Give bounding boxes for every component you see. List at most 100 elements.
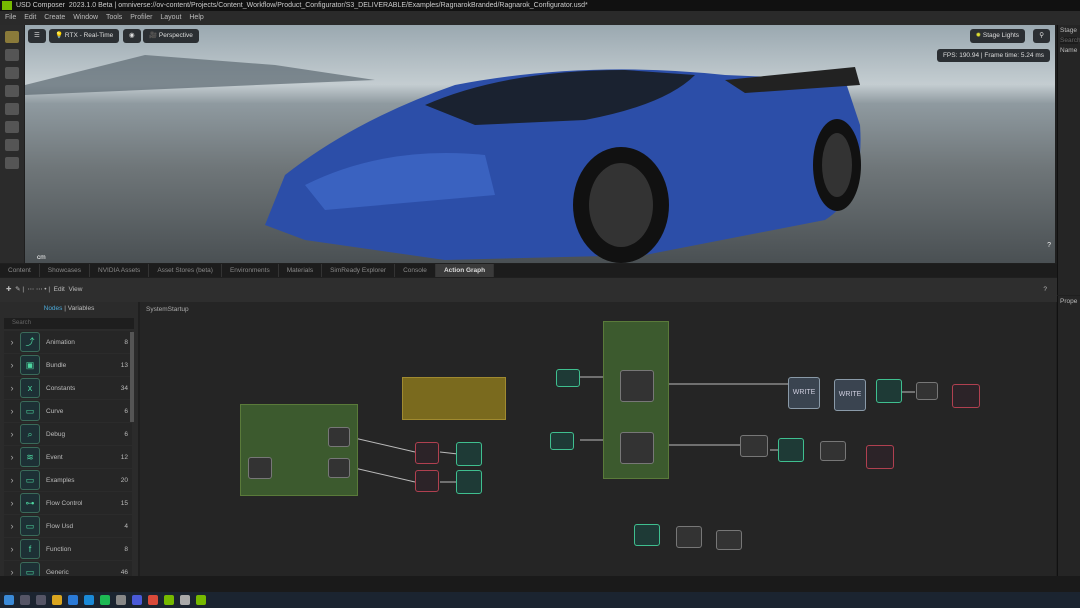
outlook-icon[interactable] [68, 595, 78, 605]
tab-environments[interactable]: Environments [222, 264, 279, 277]
event-node[interactable] [778, 438, 804, 462]
omniverse-icon[interactable] [196, 595, 206, 605]
tab-asset-stores[interactable]: Asset Stores (beta) [149, 264, 222, 277]
stage-lights-button[interactable]: ✹ Stage Lights [969, 29, 1025, 43]
event-node[interactable] [634, 524, 660, 546]
event-node[interactable] [456, 470, 482, 494]
task-view-icon[interactable] [36, 595, 46, 605]
chevron-right-icon[interactable]: › [4, 360, 20, 370]
viewport[interactable]: ☰ 💡 RTX - Real-Time ◉ 🎥 Perspective ✹ St… [25, 25, 1055, 263]
rotate-tool-icon[interactable] [5, 67, 19, 79]
move-tool-icon[interactable] [5, 49, 19, 61]
graph-node[interactable] [620, 432, 654, 464]
chevron-right-icon[interactable]: › [4, 521, 20, 531]
sticky-note[interactable] [402, 377, 506, 420]
menu-file[interactable]: File [5, 14, 16, 21]
nvidia-icon[interactable] [164, 595, 174, 605]
scale-tool-icon[interactable] [5, 85, 19, 97]
layout-icon[interactable]: ⋯ ⋯ • [28, 286, 47, 293]
graph-node[interactable] [328, 427, 350, 447]
menu-edit[interactable]: Edit [24, 14, 36, 21]
graph-node[interactable] [820, 441, 846, 461]
tab-nodes[interactable]: Nodes [44, 305, 63, 312]
event-node[interactable] [556, 369, 580, 387]
node-category-function[interactable]: › f Function 8 [4, 538, 132, 560]
graph-node[interactable] [716, 530, 742, 550]
node-category-animation[interactable]: › ⤴ Animation 8 [4, 331, 132, 353]
chevron-right-icon[interactable]: › [4, 337, 20, 347]
chevron-right-icon[interactable]: › [4, 406, 20, 416]
menu-tools[interactable]: Tools [106, 14, 122, 21]
graph-node[interactable] [415, 442, 439, 464]
tab-variables[interactable]: Variables [68, 305, 95, 312]
menu-help[interactable]: Help [189, 14, 203, 21]
nodes-search-input[interactable]: Search [4, 318, 134, 329]
help-button[interactable]: ? [1043, 278, 1047, 302]
graph-node[interactable] [916, 382, 938, 400]
camera-button[interactable]: 🎥 Perspective [143, 29, 199, 43]
write-node[interactable]: WRITE [788, 377, 820, 409]
select-tool-icon[interactable] [5, 31, 19, 43]
event-node[interactable] [456, 442, 482, 466]
graph-node[interactable] [620, 370, 654, 402]
event-node[interactable] [876, 379, 902, 403]
snap-tool-icon[interactable] [5, 103, 19, 115]
node-category-debug[interactable]: › ⌕ Debug 6 [4, 423, 132, 445]
search-icon[interactable] [20, 595, 30, 605]
spotify-icon[interactable] [100, 595, 110, 605]
event-node[interactable] [550, 432, 574, 450]
edit-pencil-icon[interactable]: ✎ [15, 286, 20, 293]
tab-materials[interactable]: Materials [279, 264, 323, 277]
explorer-icon[interactable] [52, 595, 62, 605]
menu-profiler[interactable]: Profiler [130, 14, 152, 21]
chevron-right-icon[interactable]: › [4, 452, 20, 462]
start-icon[interactable] [4, 595, 14, 605]
tab-content[interactable]: Content [0, 264, 40, 277]
graph-node[interactable] [248, 457, 272, 479]
menu-layout[interactable]: Layout [160, 14, 181, 21]
eye-button[interactable]: ◉ [123, 29, 141, 43]
graph-node[interactable] [328, 458, 350, 478]
chevron-right-icon[interactable]: › [4, 475, 20, 485]
chevron-right-icon[interactable]: › [4, 544, 20, 554]
tab-nvidia-assets[interactable]: NVIDIA Assets [90, 264, 150, 277]
graph-node[interactable] [740, 435, 768, 457]
app-icon[interactable] [116, 595, 126, 605]
graph-canvas[interactable]: SystemStartup WRITE WRITE [140, 302, 1056, 576]
tab-action-graph[interactable]: Action Graph [435, 264, 495, 277]
view-menu[interactable]: View [68, 286, 82, 293]
tab-showcases[interactable]: Showcases [40, 264, 91, 277]
add-icon[interactable]: ✚ [6, 286, 11, 293]
chevron-right-icon[interactable]: › [4, 498, 20, 508]
app-icon[interactable] [148, 595, 158, 605]
edge-icon[interactable] [84, 595, 94, 605]
node-category-flow-control[interactable]: › ⊶ Flow Control 15 [4, 492, 132, 514]
app-icon[interactable] [132, 595, 142, 605]
graph-node[interactable] [676, 526, 702, 548]
comment-box[interactable] [240, 404, 358, 496]
chevron-right-icon[interactable]: › [4, 383, 20, 393]
node-category-constants[interactable]: › x Constants 34 [4, 377, 132, 399]
tab-simready-explorer[interactable]: SimReady Explorer [322, 264, 396, 277]
paint-tool-icon[interactable] [5, 139, 19, 151]
script-node[interactable] [952, 384, 980, 408]
play-icon[interactable] [5, 121, 19, 133]
stage-search[interactable]: Search [1060, 37, 1080, 44]
edit-menu[interactable]: Edit [54, 286, 65, 293]
pin-button[interactable]: ⚲ [1033, 29, 1050, 43]
settings-tool-icon[interactable] [5, 157, 19, 169]
render-mode-button[interactable]: 💡 RTX - Real-Time [49, 29, 120, 43]
chevron-right-icon[interactable]: › [4, 429, 20, 439]
app-icon[interactable] [180, 595, 190, 605]
nodes-scrollbar[interactable] [130, 332, 134, 422]
script-node[interactable] [866, 445, 894, 469]
node-category-examples[interactable]: › ▭ Examples 20 [4, 469, 132, 491]
node-category-event[interactable]: › ≋ Event 12 [4, 446, 132, 468]
write-node[interactable]: WRITE [834, 379, 866, 411]
menu-window[interactable]: Window [73, 14, 98, 21]
tab-console[interactable]: Console [395, 264, 436, 277]
node-category-flow-usd[interactable]: › ▭ Flow Usd 4 [4, 515, 132, 537]
viewport-settings-button[interactable]: ☰ [28, 29, 46, 43]
graph-node[interactable] [415, 470, 439, 492]
menu-create[interactable]: Create [44, 14, 65, 21]
